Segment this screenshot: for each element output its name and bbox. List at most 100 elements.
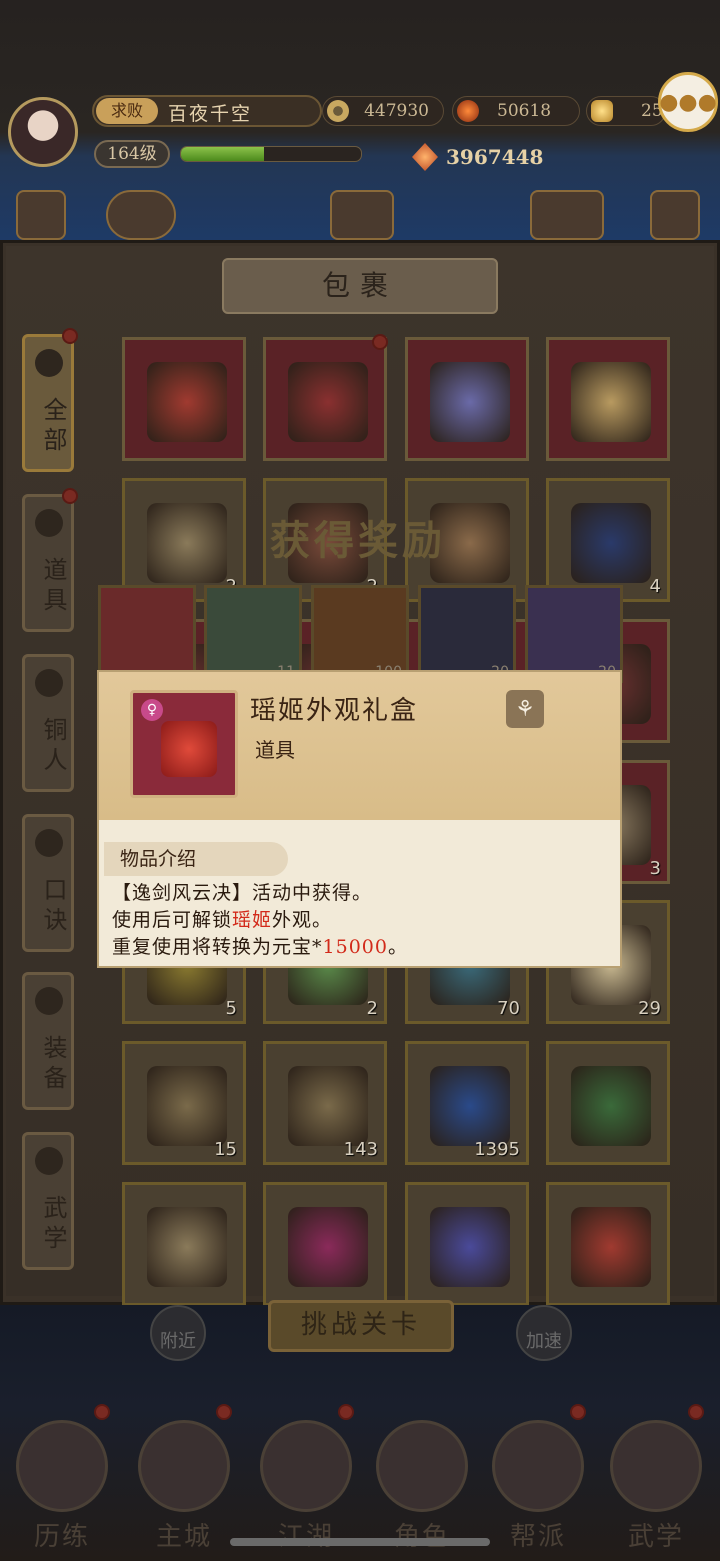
bag-slot[interactable] bbox=[546, 337, 670, 461]
item-icon bbox=[571, 1207, 651, 1287]
scene-helmet-icon[interactable] bbox=[650, 190, 700, 240]
item-count: 1395 bbox=[474, 1139, 520, 1160]
scene-building-icon[interactable] bbox=[16, 190, 66, 240]
xp-progress-fill bbox=[181, 147, 264, 161]
nav-icon bbox=[16, 1420, 108, 1512]
scene-chest-icon[interactable] bbox=[330, 190, 394, 240]
player-avatar[interactable] bbox=[8, 97, 78, 167]
item-icon bbox=[430, 362, 510, 442]
nav-icon bbox=[260, 1420, 352, 1512]
bag-slot[interactable]: 15 bbox=[122, 1041, 246, 1165]
item-gift-box-icon: ♀ bbox=[130, 690, 238, 798]
nav-button-4[interactable]: 帮派 bbox=[488, 1420, 588, 1552]
player-name: 百夜千空 bbox=[168, 103, 253, 125]
reward-slot bbox=[98, 585, 196, 683]
gold-ingot-icon bbox=[591, 100, 613, 122]
bag-tab-icon bbox=[35, 669, 63, 697]
player-level: 164级 bbox=[94, 140, 170, 168]
home-indicator[interactable] bbox=[230, 1538, 490, 1546]
speedup-button[interactable]: 加速 bbox=[516, 1305, 572, 1361]
bag-tab-3[interactable]: 口诀 bbox=[22, 814, 74, 952]
notification-dot bbox=[338, 1404, 354, 1420]
bag-slot[interactable] bbox=[122, 337, 246, 461]
bag-tab-0[interactable]: 全部 bbox=[22, 334, 74, 472]
bag-tab-icon bbox=[35, 829, 63, 857]
notification-dot bbox=[94, 1404, 110, 1420]
bag-slot[interactable]: 1395 bbox=[405, 1041, 529, 1165]
item-count: 4 bbox=[649, 576, 661, 597]
gold-ingot-counter[interactable]: 25 bbox=[586, 96, 666, 126]
reward-banner-title: 获得奖励 bbox=[270, 517, 446, 564]
bag-title: 包裹 bbox=[222, 258, 498, 314]
item-icon bbox=[430, 1207, 510, 1287]
bag-tab-label: 铜人 bbox=[39, 717, 67, 777]
item-count: 70 bbox=[497, 998, 520, 1019]
bag-slot[interactable] bbox=[263, 337, 387, 461]
bag-slot[interactable] bbox=[546, 1182, 670, 1306]
bag-slot[interactable] bbox=[122, 1182, 246, 1306]
fire-token-counter[interactable]: 50618 bbox=[452, 96, 580, 126]
bag-slot[interactable]: 4 bbox=[546, 478, 670, 602]
nav-button-5[interactable]: 武学 bbox=[606, 1420, 706, 1552]
nav-button-3[interactable]: 角色 bbox=[372, 1420, 472, 1552]
nearby-button[interactable]: 附近 bbox=[150, 1305, 206, 1361]
power-gem-icon bbox=[412, 143, 438, 171]
item-description-heading: 物品介绍 bbox=[104, 842, 288, 876]
item-type: 道具 bbox=[255, 738, 295, 762]
bag-tab-label: 道具 bbox=[39, 557, 67, 617]
nav-label: 帮派 bbox=[509, 1522, 566, 1552]
combat-power-value: 3967448 bbox=[446, 145, 544, 169]
bag-tab-2[interactable]: 铜人 bbox=[22, 654, 74, 792]
nav-icon bbox=[376, 1420, 468, 1512]
bag-slot[interactable] bbox=[405, 1182, 529, 1306]
bag-tab-label: 口诀 bbox=[39, 877, 67, 937]
nav-icon bbox=[610, 1420, 702, 1512]
challenge-stage-button[interactable]: 挑战关卡 bbox=[268, 1300, 454, 1352]
item-count: 2 bbox=[366, 998, 378, 1019]
item-icon bbox=[288, 1207, 368, 1287]
copper-coin-icon bbox=[327, 100, 349, 122]
nav-button-0[interactable]: 历练 bbox=[12, 1420, 112, 1552]
nav-label: 武学 bbox=[627, 1522, 684, 1552]
bag-tab-icon bbox=[35, 987, 63, 1015]
item-icon bbox=[147, 1066, 227, 1146]
player-title-badge: 求败 bbox=[96, 98, 158, 124]
bag-tab-icon bbox=[35, 349, 63, 377]
bag-slot[interactable]: 2 bbox=[122, 478, 246, 602]
desc-line-3-text-b: 。 bbox=[387, 936, 408, 958]
reward-slot: 100 bbox=[311, 585, 409, 683]
bag-tab-icon bbox=[35, 1147, 63, 1175]
nav-button-2[interactable]: 江湖 bbox=[256, 1420, 356, 1552]
reward-slot: 20 bbox=[418, 585, 516, 683]
item-icon bbox=[288, 362, 368, 442]
bag-slot[interactable] bbox=[263, 1182, 387, 1306]
desc-line-3-text-a: 重复使用将转换为元宝 bbox=[112, 936, 313, 958]
bag-slot[interactable] bbox=[405, 337, 529, 461]
bag-slot[interactable]: 143 bbox=[263, 1041, 387, 1165]
item-count: 143 bbox=[343, 1139, 378, 1160]
nav-label: 历练 bbox=[33, 1522, 90, 1552]
nav-label: 江湖 bbox=[277, 1522, 334, 1552]
desc-line-2-text-b: 外观。 bbox=[272, 909, 333, 931]
item-icon bbox=[571, 503, 651, 583]
bag-tab-1[interactable]: 道具 bbox=[22, 494, 74, 632]
xp-progress-bar bbox=[180, 146, 362, 162]
bag-tab-5[interactable]: 武学 bbox=[22, 1132, 74, 1270]
copper-coin-counter[interactable]: 447930 bbox=[322, 96, 444, 126]
item-count: 29 bbox=[638, 998, 661, 1019]
bag-tab-4[interactable]: 装备 bbox=[22, 972, 74, 1110]
bag-slot[interactable] bbox=[546, 1041, 670, 1165]
nav-label: 角色 bbox=[393, 1522, 450, 1552]
notification-dot bbox=[62, 328, 78, 344]
chat-button[interactable]: ●●● bbox=[658, 72, 718, 132]
nav-button-1[interactable]: 主城 bbox=[134, 1420, 234, 1552]
fire-token-icon bbox=[457, 100, 479, 122]
outfit-badge-icon: ⚘ bbox=[506, 690, 544, 728]
bag-tab-label: 武学 bbox=[39, 1195, 67, 1255]
item-icon bbox=[288, 1066, 368, 1146]
combat-power: 3967448 bbox=[406, 140, 543, 174]
scene-lanterns-icon[interactable] bbox=[530, 190, 604, 240]
item-count: 15 bbox=[214, 1139, 237, 1160]
item-description-line-1: 【逸剑风云决】活动中获得。 bbox=[112, 882, 373, 904]
scene-event-icon[interactable] bbox=[106, 190, 176, 240]
